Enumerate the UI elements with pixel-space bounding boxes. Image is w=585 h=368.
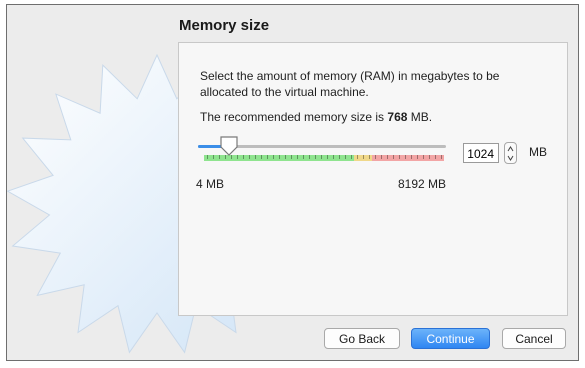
slider-ticks — [204, 155, 444, 165]
memory-slider[interactable] — [196, 135, 448, 165]
go-back-button[interactable]: Go Back — [324, 328, 400, 349]
slider-thumb[interactable] — [219, 135, 239, 157]
chevron-down-icon[interactable] — [507, 154, 514, 162]
cancel-button[interactable]: Cancel — [502, 328, 566, 349]
continue-button[interactable]: Continue — [411, 328, 490, 349]
memory-description: Select the amount of memory (RAM) in meg… — [200, 69, 500, 99]
unit-label: MB — [529, 145, 547, 159]
content-panel: Select the amount of memory (RAM) in meg… — [178, 42, 568, 316]
page-title: Memory size — [179, 17, 270, 34]
memory-size-input[interactable] — [463, 143, 499, 163]
recommend-prefix: The recommended memory size is — [200, 110, 388, 124]
slider-tick — [438, 155, 444, 161]
recommendation-text: The recommended memory size is 768 MB. — [200, 110, 432, 124]
recommended-value: 768 — [387, 110, 408, 124]
memory-stepper[interactable] — [504, 142, 517, 164]
chevron-up-icon[interactable] — [507, 145, 514, 153]
wizard-window: Memory size Select the amount of memory … — [6, 4, 579, 361]
recommend-suffix: MB. — [407, 110, 433, 124]
min-memory-label: 4 MB — [196, 177, 225, 191]
max-memory-label: 8192 MB — [398, 177, 447, 191]
